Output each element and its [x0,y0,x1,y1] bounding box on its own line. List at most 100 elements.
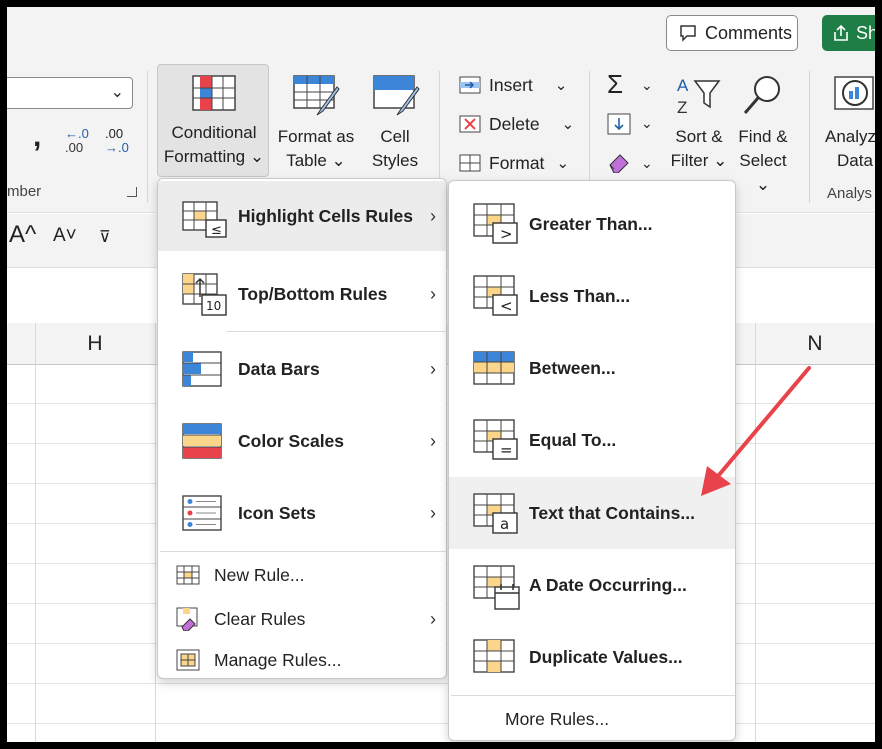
submenu-label: Equal To... [529,429,617,450]
menu-item-clear-rules[interactable]: Clear Rules › [158,597,446,641]
menu-label: Color Scales [238,430,345,451]
chevron-down-icon[interactable]: ⌄ [641,115,653,132]
conditional-formatting-label-2: Formatting ⌄ [163,147,265,166]
column-header-n[interactable]: N [755,323,875,365]
excel-window: Comments Sh ⌄ , ←.0 .00 .00 →.0 mber Con… [0,0,882,749]
format-as-table-button[interactable]: Format as Table ⌄ [271,67,361,177]
increase-decimal-button[interactable]: ←.0 .00 [65,127,89,155]
find-select-label-2: Select ⌄ [739,151,787,194]
manage-rules-icon [176,649,200,671]
chevron-down-icon[interactable]: ⌄ [641,155,653,172]
submenu-label: A Date Occurring... [529,574,687,595]
menu-label: Clear Rules [214,608,306,629]
equal-to-icon: = [473,419,518,460]
color-scales-icon [182,423,222,459]
svg-text:≤: ≤ [211,223,222,238]
insert-cells-icon [459,76,481,94]
autosum-icon[interactable]: Σ [607,69,623,100]
analyze-data-button[interactable]: Analyz Data [819,67,875,177]
menu-divider [451,695,735,696]
less-than-icon: < [473,275,518,316]
format-as-table-icon [293,75,340,116]
sort-filter-label-1: Sort & [675,127,723,146]
cell-styles-icon [373,75,420,116]
comments-button[interactable]: Comments [666,15,798,51]
clear-icon[interactable] [607,151,633,178]
chevron-down-icon: ⌄ [110,84,124,101]
submenu-label: Greater Than... [529,213,653,234]
share-button[interactable]: Sh [822,15,879,51]
cell-styles-button[interactable]: Cell Styles ⌄ [363,67,427,194]
menu-item-color-scales[interactable]: Color Scales › [158,405,446,477]
submenu-item-more-rules[interactable]: More Rules... [449,697,735,741]
menu-item-data-bars[interactable]: Data Bars › [158,333,446,405]
chevron-down-icon[interactable]: ⌄ [641,77,653,94]
between-icon [473,351,515,385]
analysis-group-label: Analys [827,185,873,202]
menu-item-highlight-cells-rules[interactable]: ≤ Highlight Cells Rules › [158,181,446,251]
duplicate-values-icon [473,639,515,673]
delete-button[interactable]: Delete ⌄ [459,110,574,138]
menu-divider [160,551,446,552]
more-dropdown-icon[interactable]: ⊽ [99,227,111,247]
svg-text:10: 10 [206,299,221,313]
insert-label: Insert [489,74,533,95]
menu-item-manage-rules[interactable]: Manage Rules... [158,641,446,679]
format-as-table-label-1: Format as [277,127,355,146]
ribbon-separator [147,71,148,203]
menu-label: Data Bars [238,358,320,379]
find-select-label-1: Find & [738,127,788,146]
fill-icon[interactable] [607,113,631,140]
sort-filter-button[interactable]: A Z Sort & Filter ⌄ [671,67,728,177]
svg-text:<: < [500,297,513,315]
menu-label: Icon Sets [238,502,316,523]
sort-filter-label-2: Filter ⌄ [670,151,728,170]
column-header-h[interactable]: H [35,323,155,365]
number-group-label: mber [7,183,42,200]
conditional-formatting-button[interactable]: Conditional Formatting ⌄ [157,64,269,177]
chevron-right-icon: › [430,205,436,226]
submenu-item-greater-than[interactable]: > Greater Than... [449,189,735,259]
increase-decimal-top: ←.0 [65,126,89,141]
format-button[interactable]: Format ⌄ [459,149,569,177]
menu-label: Highlight Cells Rules [238,205,414,226]
menu-label: Top/Bottom Rules [238,283,388,304]
sort-filter-icon: A Z [677,76,721,117]
menu-item-top-bottom-rules[interactable]: 10 Top/Bottom Rules › [158,259,446,329]
text-contains-icon: a [473,493,518,534]
magnifier-icon [743,76,780,114]
comma-style-button[interactable]: , [33,122,41,152]
dialog-launcher-icon[interactable] [127,187,137,197]
chevron-right-icon: › [430,358,436,379]
submenu-item-less-than[interactable]: < Less Than... [449,261,735,331]
format-as-table-label-2: Table ⌄ [286,151,346,170]
delete-cells-icon [459,115,481,133]
menu-item-new-rule[interactable]: New Rule... [158,553,446,597]
insert-button[interactable]: Insert ⌄ [459,71,567,99]
ribbon-separator [809,71,810,203]
cell-styles-label-1: Cell [380,127,410,146]
delete-label: Delete [489,113,540,134]
decrease-font-button[interactable]: A˅ [53,225,77,247]
submenu-item-a-date-occurring[interactable]: A Date Occurring... [449,549,735,621]
annotation-arrow-icon [701,366,811,496]
find-select-button[interactable]: Find & Select ⌄ [731,67,795,194]
new-rule-icon [176,565,200,585]
highlight-cells-icon: ≤ [182,201,227,238]
chevron-right-icon: › [430,283,436,304]
increase-font-button[interactable]: A^ [9,221,36,249]
chevron-right-icon: › [430,430,436,451]
data-bars-icon [182,351,222,387]
menu-divider [226,331,447,332]
format-cells-icon [459,154,481,172]
decrease-decimal-button[interactable]: .00 →.0 [105,127,129,155]
chevron-right-icon: › [430,502,436,523]
submenu-item-duplicate-values[interactable]: Duplicate Values... [449,621,735,693]
number-format-dropdown[interactable]: ⌄ [7,77,133,109]
chevron-down-icon: ⌄ [561,116,575,133]
format-label: Format [489,152,545,173]
clear-rules-icon [176,607,198,631]
svg-text:>: > [500,225,513,243]
share-label: Sh [856,22,879,43]
menu-item-icon-sets[interactable]: Icon Sets › [158,477,446,549]
